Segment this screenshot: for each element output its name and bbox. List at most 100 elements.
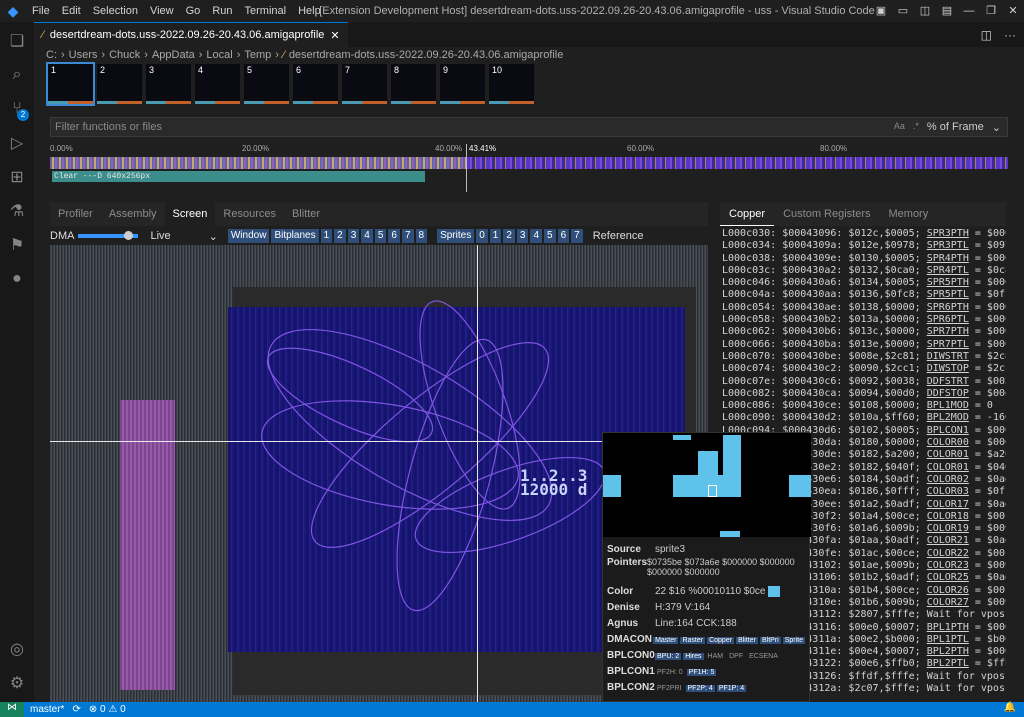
- copper-register[interactable]: BPL1PTH: [927, 622, 969, 633]
- copper-register[interactable]: SPR4PTL: [927, 265, 969, 276]
- menu-run[interactable]: Run: [206, 0, 238, 22]
- frame-thumb[interactable]: 4: [195, 64, 240, 104]
- menu-terminal[interactable]: Terminal: [239, 0, 293, 22]
- chevron-down-icon[interactable]: ⌄: [209, 230, 218, 243]
- close-window-button[interactable]: ✕: [1002, 0, 1024, 22]
- copper-register[interactable]: COLOR02: [927, 474, 969, 485]
- breadcrumb-item[interactable]: desertdream-dots.uss-2022.09.26-20.43.06…: [289, 49, 564, 65]
- sprite-toggle[interactable]: 3: [516, 229, 529, 243]
- copper-register[interactable]: SPR5PTL: [927, 289, 969, 300]
- problems-indicator[interactable]: ⊗ 0 ⚠ 0: [89, 704, 126, 715]
- reference-button[interactable]: Reference: [593, 230, 644, 242]
- sprites-button[interactable]: Sprites: [437, 229, 475, 243]
- frame-thumb[interactable]: 7: [342, 64, 387, 104]
- menu-go[interactable]: Go: [180, 0, 207, 22]
- copper-line[interactable]: L000c04a: $000430aa: $0136,$0fc8; SPR5PT…: [722, 289, 1006, 301]
- restore-button[interactable]: ❐: [980, 0, 1002, 22]
- copper-line[interactable]: L000c030: $00043096: $012c,$0005; SPR3PT…: [722, 228, 1006, 240]
- copper-line[interactable]: L000c070: $000430be: $008e,$2c81; DIWSTR…: [722, 351, 1006, 363]
- copper-line[interactable]: L000c034: $0004309a: $012e,$0978; SPR3PT…: [722, 240, 1006, 252]
- bitplane-toggle[interactable]: 2: [334, 229, 346, 243]
- frame-thumb[interactable]: 1: [46, 62, 95, 106]
- bitplane-toggle[interactable]: 3: [347, 229, 360, 243]
- chevron-down-icon[interactable]: ⌄: [992, 121, 1001, 134]
- copper-register[interactable]: COLOR23: [927, 560, 969, 571]
- frame-timeline[interactable]: 0.00% 20.00% 40.00% 60.00% 80.00% Clear …: [50, 144, 1008, 192]
- regex-toggle[interactable]: .*: [913, 121, 919, 134]
- copper-register[interactable]: BPL2PTL: [927, 658, 969, 669]
- copper-register[interactable]: SPR6PTH: [927, 302, 969, 313]
- copper-register[interactable]: COLOR26: [927, 585, 969, 596]
- copper-register[interactable]: COLOR22: [927, 548, 969, 559]
- copper-register[interactable]: BPL1MOD: [927, 400, 969, 411]
- menu-edit[interactable]: Edit: [56, 0, 87, 22]
- copper-register[interactable]: BPL2MOD: [927, 412, 969, 423]
- copper-register[interactable]: COLOR17: [927, 499, 969, 510]
- explorer-icon[interactable]: ❏: [0, 24, 34, 58]
- menu-selection[interactable]: Selection: [87, 0, 144, 22]
- copper-register[interactable]: DIWSTRT: [927, 351, 969, 362]
- frame-thumb[interactable]: 3: [146, 64, 191, 104]
- copper-register[interactable]: COLOR18: [927, 511, 969, 522]
- timeline-cursor[interactable]: [466, 144, 467, 192]
- testing-icon[interactable]: ⚗: [0, 194, 34, 228]
- frame-thumb[interactable]: 10: [489, 64, 534, 104]
- copper-register[interactable]: SPR5PTH: [927, 277, 969, 288]
- sync-icon[interactable]: ⟳: [72, 704, 80, 715]
- close-tab-icon[interactable]: ✕: [330, 29, 339, 42]
- settings-gear-icon[interactable]: ⚙: [0, 666, 34, 700]
- tab-screen[interactable]: Screen: [164, 202, 216, 226]
- copper-register[interactable]: DDFSTOP: [927, 388, 969, 399]
- copper-line[interactable]: L000c07e: $000430c6: $0092,$0038; DDFSTR…: [722, 376, 1006, 388]
- editor-tab[interactable]: ⁄ desertdream-dots.uss-2022.09.26-20.43.…: [34, 22, 348, 47]
- copper-register[interactable]: SPR7PTH: [927, 326, 969, 337]
- copper-line[interactable]: L000c054: $000430ae: $0138,$0000; SPR6PT…: [722, 302, 1006, 314]
- branch-indicator[interactable]: master*: [30, 704, 64, 715]
- copper-register[interactable]: SPR7PTL: [927, 339, 969, 350]
- bitplane-toggle[interactable]: 7: [401, 229, 414, 243]
- sprite-toggle[interactable]: 6: [557, 229, 570, 243]
- blit-clear-bar[interactable]: Clear ---D 640x256px: [52, 171, 425, 182]
- layout-icon[interactable]: ▣: [870, 0, 892, 22]
- copper-register[interactable]: COLOR27: [927, 597, 969, 608]
- copper-register[interactable]: BPL2PTH: [927, 646, 969, 657]
- mode-select[interactable]: Live: [150, 230, 170, 242]
- copper-register[interactable]: COLOR21: [927, 535, 969, 546]
- frame-thumb[interactable]: 2: [97, 64, 142, 104]
- copper-line[interactable]: L000c082: $000430ca: $0094,$00d0; DDFSTO…: [722, 388, 1006, 400]
- breadcrumb-item[interactable]: AppData: [152, 49, 195, 65]
- sprite-toggle[interactable]: 7: [571, 229, 583, 243]
- copper-register[interactable]: SPR6PTL: [927, 314, 969, 325]
- bookmark-icon[interactable]: ⚑: [0, 228, 34, 262]
- copper-register[interactable]: BPL1PTL: [927, 634, 969, 645]
- copper-register[interactable]: SPR3PTH: [927, 228, 969, 239]
- copper-register[interactable]: DIWSTOP: [927, 363, 969, 374]
- copper-register[interactable]: COLOR19: [927, 523, 969, 534]
- remote-icon[interactable]: ⋈: [0, 702, 24, 717]
- copper-register[interactable]: SPR3PTL: [927, 240, 969, 251]
- frame-thumb[interactable]: 6: [293, 64, 338, 104]
- copper-register[interactable]: COLOR01: [927, 449, 969, 460]
- extensions-icon[interactable]: ⊞: [0, 160, 34, 194]
- sprite-toggle[interactable]: 1: [489, 229, 502, 243]
- copper-register[interactable]: COLOR01: [927, 462, 969, 473]
- tab-memory[interactable]: Memory: [880, 202, 938, 226]
- copper-line[interactable]: L000c058: $000430b2: $013a,$0000; SPR6PT…: [722, 314, 1006, 326]
- copper-register[interactable]: DDFSTRT: [927, 376, 969, 387]
- copper-line[interactable]: L000c038: $0004309e: $0130,$0005; SPR4PT…: [722, 253, 1006, 265]
- metric-dropdown[interactable]: % of Frame: [927, 121, 984, 134]
- notifications-bell-icon[interactable]: 🔔: [1004, 702, 1016, 713]
- panel-toggle-icon[interactable]: ▭: [892, 0, 914, 22]
- dma-slider[interactable]: [78, 231, 139, 240]
- filter-input[interactable]: Filter functions or files Aa .* % of Fra…: [50, 117, 1008, 137]
- breadcrumb-item[interactable]: Local: [206, 49, 232, 65]
- search-icon[interactable]: ⌕: [0, 58, 34, 92]
- bitplanes-button[interactable]: Bitplanes: [271, 229, 319, 243]
- breadcrumb-item[interactable]: C:: [46, 49, 57, 65]
- frame-thumb[interactable]: 9: [440, 64, 485, 104]
- copper-register[interactable]: COLOR00: [927, 437, 969, 448]
- frame-thumb[interactable]: 8: [391, 64, 436, 104]
- breadcrumb-item[interactable]: Temp: [244, 49, 271, 65]
- source-control-icon[interactable]: ⑂ 2: [0, 92, 34, 126]
- copper-register[interactable]: COLOR25: [927, 572, 969, 583]
